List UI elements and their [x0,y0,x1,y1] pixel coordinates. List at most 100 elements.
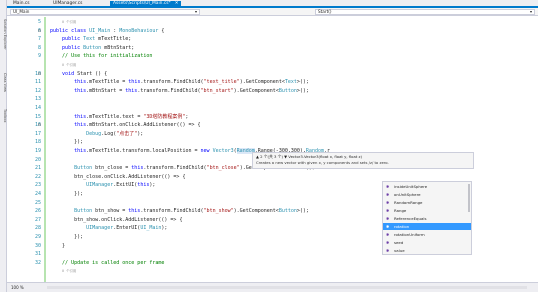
code-line[interactable]: 9 // Use this for initialization [7,53,538,61]
tab-uimanager-cs[interactable]: UIManager.cs [50,1,85,7]
code-text: Button btn_show = this.transform.FindChi… [74,208,309,215]
property-icon: ✱ [386,200,390,205]
code-line[interactable]: 10 ⊟ void Start () { [7,71,538,79]
code-line[interactable]: 32 // Update is called once per frame [7,260,538,268]
line-number: 25 [34,199,41,206]
code-line[interactable]: 16 ⊟ this.mBtnStart.onClick.AddListener((… [7,122,538,130]
line-number: 32 [34,259,41,266]
tab-ui-main-cs[interactable]: Assets\Scripts\UI_Main.cs* ✕ [110,1,182,7]
code-text: this.mTextTitle.text = "3D塔防教程案例"; [74,113,189,120]
completion-list[interactable]: ✱ insideUnitSphere ✱ onUnitSphere ✱ RandomRan… [382,181,472,255]
fold-toggle-icon[interactable]: ⊟ [38,122,41,130]
code-text: 0 个引用 [62,63,77,67]
status-bar: 100 % [7,282,538,292]
code-text: Debug.Log("点击了"); [86,130,144,137]
code-text: public class UI_Main : MonoBehaviour { [50,27,165,34]
chevron-down-icon: ▾ [194,9,197,14]
navigation-bar: UI_Main ▾ Start() ▾ [7,8,538,16]
code-text: }); [50,234,84,240]
code-text: btn_show.onClick.AddListener(() => { [50,216,183,223]
line-number: 17 [34,130,41,137]
code-text: UIManager.ExitUI(this); [86,182,156,189]
code-line[interactable]: 17 Debug.Log("点击了"); [7,131,538,139]
code-text: } [50,242,66,249]
fold-toggle-icon[interactable]: ⊟ [38,71,41,79]
member-dropdown[interactable]: Start() ▾ [315,9,535,15]
code-editor[interactable]: 5 0 个引用 6 ⊟ public class UI_Main : MonoBeha… [7,17,538,282]
tab-label: Main.cs [13,1,30,6]
document-tabbar: Main.cs UIManager.cs Assets\Scripts\UI_M… [7,0,538,8]
line-number: 9 [37,53,41,60]
class-dropdown[interactable]: UI_Main ▾ [10,9,200,15]
completion-item[interactable]: ✱ seed [383,239,471,246]
chevron-down-icon: ▾ [529,9,532,14]
close-icon[interactable]: ✕ [175,1,179,6]
completion-item[interactable]: ✱ rotation [383,223,471,231]
line-number: 27 [34,216,41,223]
code-text: this.mBtnStart = this.transform.FindChil… [74,87,309,94]
line-number: 28 [34,225,41,232]
code-text: public Text mTextTitle; [62,36,132,43]
code-text: UIManager.EnterUI(UI_Main); [86,225,168,232]
tab-main-cs[interactable]: Main.cs [10,1,33,7]
code-text: this.mTextTitle = this.transform.FindChi… [74,79,309,86]
line-number: 20 [34,156,41,163]
code-line[interactable]: 0 个引用 [7,62,538,70]
completion-item[interactable]: ✱ rotationUniform [383,231,471,238]
code-line[interactable]: 14 [7,105,538,113]
completion-item[interactable]: ✱ insideUnitSphere [383,183,471,190]
completion-item-label: insideUnitSphere [394,184,428,189]
completion-item-label: onUnitSphere [394,192,421,197]
code-line[interactable]: 11 this.mTextTitle = this.transform.Find… [7,79,538,87]
class-dropdown-value: UI_Main [13,9,30,14]
code-line[interactable]: 0 个引用 [7,268,538,276]
line-number: 24 [34,191,41,197]
code-line[interactable]: 13 [7,96,538,104]
line-number: 15 [34,113,41,120]
line-number: 21 [34,165,41,172]
line-number: 14 [34,105,41,111]
horizontal-scrollbar[interactable] [47,286,527,289]
code-line[interactable]: 6 ⊟ public class UI_Main : MonoBehaviour { [7,28,538,36]
code-line[interactable]: 15 this.mTextTitle.text = "3D塔防教程案例"; [7,114,538,122]
code-text: // Use this for initialization [62,53,153,60]
property-icon: ✱ [386,240,390,245]
line-number: 7 [37,36,41,43]
completion-item-label: rotation [394,224,410,229]
completion-item[interactable]: ✱ onUnitSphere [383,191,471,198]
line-number: 8 [37,44,41,51]
code-line[interactable]: 5 0 个引用 [7,19,538,27]
code-text: 0 个引用 [62,269,77,274]
tab-label: UIManager.cs [53,1,83,6]
property-icon: ✱ [386,232,390,237]
completion-item[interactable]: ✱ RandomRange [383,199,471,206]
completion-item-label: value [394,248,405,253]
completion-item[interactable]: ✱ Range [383,207,471,214]
line-number: 18 [34,139,41,146]
solution-explorer-tab[interactable]: Solution Explorer [0,4,7,64]
code-text: this.mBtnStart.onClick.AddListener(() =>… [74,122,201,129]
zoom-level[interactable]: 100 % [11,285,24,290]
code-text: }); [50,139,84,146]
property-icon: ✱ [386,224,390,229]
property-icon: ✱ [386,184,390,189]
completion-item[interactable]: ✱ value [383,247,471,254]
property-icon: ✱ [386,248,390,253]
line-number: 22 [34,173,41,180]
code-line[interactable]: 7 public Text mTextTitle; [7,36,538,44]
completion-scrollbar[interactable] [468,184,470,212]
toolbox-tab[interactable]: Toolbox [0,102,7,130]
code-line[interactable]: 18 }); [7,139,538,147]
code-line[interactable]: 12 this.mBtnStart = this.transform.FindC… [7,88,538,96]
fold-toggle-icon[interactable]: ⊟ [38,28,41,36]
completion-item-label: Range [394,208,407,213]
class-view-tab[interactable]: Class View [0,66,7,100]
line-number: 19 [34,148,41,154]
signature-description: Creates a new vector with given x, y com… [256,160,389,165]
property-icon: ✱ [386,216,390,221]
line-number: 30 [34,242,41,249]
property-icon: ✱ [386,192,390,197]
code-line[interactable]: 8 public Button mBtnStart; [7,45,538,53]
completion-item[interactable]: ✱ ReferenceEquals [383,215,471,222]
line-number: 11 [34,79,41,86]
